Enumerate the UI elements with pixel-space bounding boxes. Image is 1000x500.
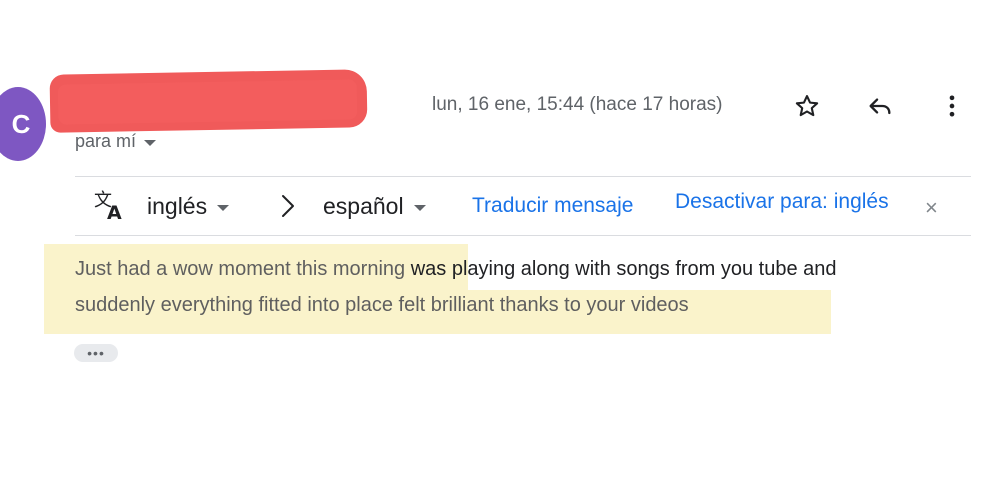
source-language-label: inglés [147, 192, 208, 219]
reply-button[interactable] [862, 88, 898, 124]
more-options-button[interactable] [934, 88, 970, 124]
disable-translation-link[interactable]: Desactivar para: inglés [675, 173, 889, 231]
recipient-label: para mí [75, 131, 137, 151]
highlighted-text: Just had a wow moment this morning [75, 258, 406, 280]
recipient-details-toggle[interactable]: para mí [75, 131, 157, 152]
message-timestamp: lun, 16 ene, 15:44 (hace 17 horas) [432, 94, 723, 115]
avatar-letter: C [11, 108, 31, 139]
caret-down-icon [217, 204, 230, 211]
caret-down-icon [144, 140, 157, 146]
highlighted-text: suddenly everything fitted into place fe… [75, 294, 689, 316]
translate-icon: 文 A [93, 177, 129, 235]
more-vert-icon [949, 95, 955, 117]
message-text: was playing along with songs from you tu… [405, 258, 837, 280]
svg-text:A: A [107, 202, 122, 223]
caret-down-icon [413, 204, 426, 211]
reply-icon [869, 98, 891, 115]
show-trimmed-content-button[interactable]: ••• [74, 344, 118, 362]
star-icon [795, 95, 819, 117]
message-body-line: Just had a wow moment this morning was p… [75, 257, 837, 281]
sender-avatar[interactable]: C [0, 87, 46, 161]
target-language-select[interactable]: español [323, 177, 426, 235]
chevron-right-icon [277, 177, 299, 235]
translate-message-link[interactable]: Traducir mensaje [472, 177, 633, 235]
message-body-line: suddenly everything fitted into place fe… [75, 293, 689, 317]
star-button[interactable] [789, 88, 825, 124]
source-language-select[interactable]: inglés [147, 177, 230, 235]
sender-name-redacted [49, 69, 368, 133]
close-icon[interactable]: × [925, 179, 938, 237]
translation-bar: 文 A inglés español Traducir mensaje Desa… [75, 176, 971, 236]
target-language-label: español [323, 192, 404, 219]
